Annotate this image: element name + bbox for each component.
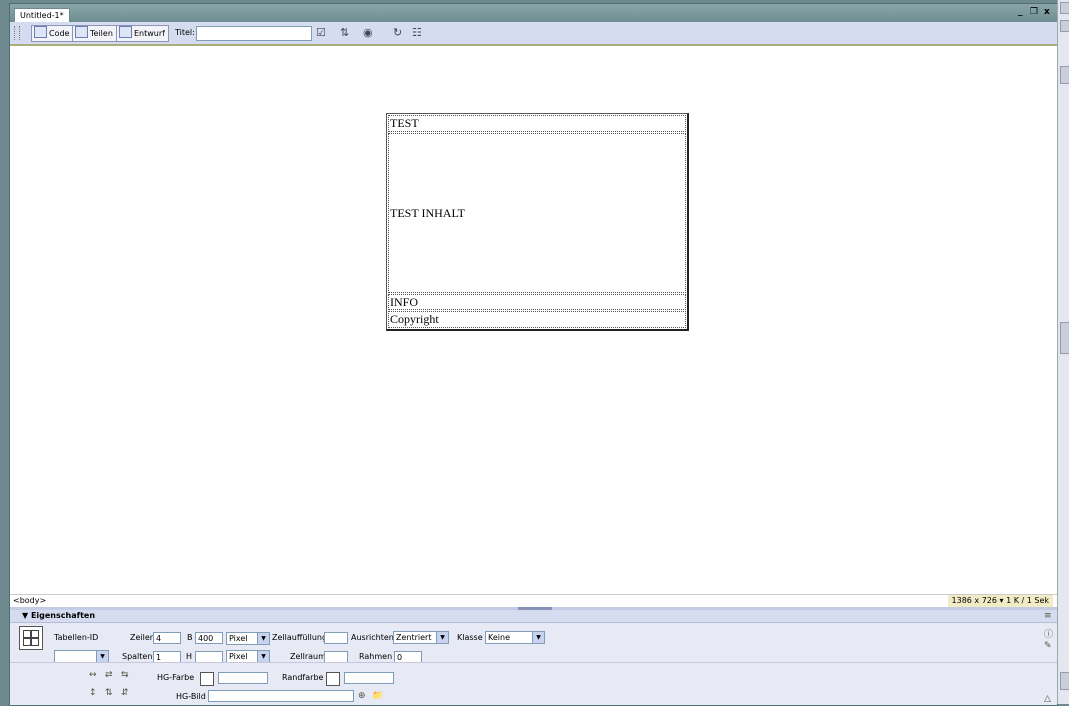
properties-header[interactable]: ▼ Eigenschaften ≡ <box>10 610 1057 623</box>
clear-row-heights-icon[interactable]: ↕ <box>89 687 97 699</box>
code-view-icon <box>34 26 47 38</box>
cellpad-label: Zellauffüllung <box>272 633 328 642</box>
table-id-label: Tabellen-ID <box>54 633 99 642</box>
bordercolor-input[interactable] <box>344 672 394 684</box>
panel-options-icon[interactable]: ≡ <box>1044 610 1052 622</box>
align-select[interactable]: Zentriert ▼ <box>393 631 449 644</box>
panel-grip[interactable] <box>1060 2 1069 14</box>
quick-tag-editor-icon[interactable]: ✎ <box>1044 640 1052 652</box>
table-row[interactable]: TEST <box>388 115 686 132</box>
panel-collapse-handle[interactable] <box>1060 322 1069 354</box>
clear-column-widths-icon[interactable]: ↔ <box>89 669 97 681</box>
title-label: Titel: <box>175 28 195 37</box>
chevron-down-icon: ▼ <box>532 632 544 643</box>
point-to-file-icon[interactable]: ⊕ <box>358 690 366 702</box>
bordercolor-swatch[interactable] <box>326 672 340 686</box>
window-size-readout[interactable]: 1386 x 726 ▾ 1 K / 1 Sek <box>947 595 1053 607</box>
properties-separator <box>10 662 1057 663</box>
right-panel-strip <box>1057 0 1069 704</box>
chevron-down-icon: ▼ <box>436 632 448 643</box>
convert-widths-pixels-icon[interactable]: ⇄ <box>105 669 113 681</box>
chevron-down-icon: ▼ <box>257 651 269 662</box>
rows-label: Zeilen <box>130 633 155 642</box>
chevron-down-icon: ▼ <box>96 651 108 662</box>
chevron-down-icon: ▼ <box>257 633 269 644</box>
close-button[interactable]: x <box>1044 7 1050 17</box>
design-view-canvas[interactable]: TEST TEST INHALT INFO Copyright <box>10 46 1057 594</box>
panel-grip[interactable] <box>1060 20 1069 32</box>
convert-widths-percent-icon[interactable]: ⇆ <box>121 669 129 681</box>
split-view-icon <box>75 26 88 38</box>
design-view-button[interactable]: Entwurf <box>116 25 169 42</box>
width-input[interactable]: 400 <box>195 632 223 644</box>
panel-tab[interactable] <box>1060 672 1069 690</box>
rows-input[interactable]: 4 <box>153 632 181 644</box>
file-management-icon[interactable]: ⇅ <box>340 25 349 41</box>
table-row[interactable]: INFO <box>388 294 686 310</box>
code-view-button[interactable]: Code <box>31 25 74 42</box>
convert-heights-percent-icon[interactable]: ⇵ <box>121 687 129 699</box>
page-layout-table[interactable]: TEST TEST INHALT INFO Copyright <box>386 113 689 331</box>
validate-icon[interactable]: ☑ <box>316 25 326 41</box>
collapse-up-icon[interactable]: △ <box>1044 693 1051 705</box>
design-view-icon <box>119 26 132 38</box>
table-icon <box>19 626 43 650</box>
class-select[interactable]: Keine ▼ <box>485 631 545 644</box>
document-window: Untitled-1* _ ❐ x Code Teilen Entwurf Ti… <box>9 3 1058 706</box>
class-label: Klasse <box>457 633 483 642</box>
properties-panel: ▼ Eigenschaften ≡ Tabellen-ID ▼ Zeilen 4… <box>10 610 1057 705</box>
view-options-icon[interactable]: ☷ <box>412 25 422 41</box>
width-label: B <box>187 633 193 642</box>
bordercolor-label: Randfarbe <box>282 673 324 682</box>
tag-selector[interactable]: <body> <box>13 595 46 607</box>
table-row[interactable]: TEST INHALT <box>388 133 686 293</box>
align-label: Ausrichten <box>351 633 394 642</box>
bgcolor-label: HG-Farbe <box>157 673 195 682</box>
table-row[interactable]: Copyright <box>388 311 686 328</box>
properties-title[interactable]: ▼ Eigenschaften <box>22 610 95 622</box>
convert-heights-pixels-icon[interactable]: ⇅ <box>105 687 113 699</box>
bgimage-label: HG-Bild <box>176 692 206 701</box>
bgcolor-input[interactable] <box>218 672 268 684</box>
refresh-icon[interactable]: ↻ <box>393 25 402 41</box>
bgcolor-swatch[interactable] <box>200 672 214 686</box>
width-unit-select[interactable]: Pixel ▼ <box>226 632 270 645</box>
cellpad-input[interactable] <box>324 632 348 644</box>
toolbar-grip[interactable] <box>14 26 20 40</box>
bgimage-input[interactable] <box>208 690 354 702</box>
panel-tab[interactable] <box>1060 66 1069 84</box>
preview-browser-icon[interactable]: ◉ <box>363 25 373 41</box>
document-tab[interactable]: Untitled-1* <box>14 8 70 23</box>
restore-button[interactable]: ❐ <box>1030 7 1038 17</box>
document-tab-bar: Untitled-1* _ ❐ x <box>10 4 1057 23</box>
document-toolbar: Code Teilen Entwurf Titel: ☑ ⇅ ◉ ↻ ☷ <box>10 22 1057 46</box>
title-input[interactable] <box>196 26 312 41</box>
minimize-button[interactable]: _ <box>1018 7 1023 17</box>
split-view-button[interactable]: Teilen <box>72 25 117 42</box>
status-bar: <body> 1386 x 726 ▾ 1 K / 1 Sek <box>10 594 1057 607</box>
folder-icon[interactable]: 📁 <box>372 690 383 702</box>
